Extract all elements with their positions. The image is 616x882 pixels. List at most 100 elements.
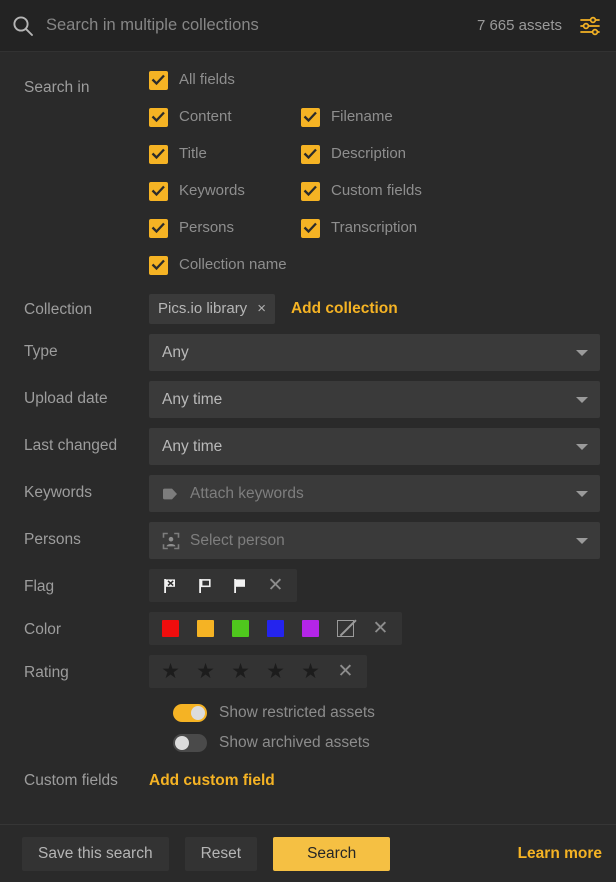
rating-star-button[interactable]: ★	[223, 655, 258, 688]
close-icon[interactable]: ×	[257, 301, 266, 316]
checkbox-checked-icon[interactable]	[301, 219, 320, 238]
last-changed-select[interactable]: Any time	[149, 428, 600, 465]
type-label: Type	[24, 334, 149, 362]
search-in-option-label: Custom fields	[331, 181, 422, 200]
footer-actions: Save this search Reset Search Learn more	[0, 824, 616, 882]
color-swatch[interactable]	[223, 612, 258, 645]
checkbox-checked-icon[interactable]	[149, 182, 168, 201]
add-collection-link[interactable]: Add collection	[291, 300, 398, 318]
flag-clear-button[interactable]: ✕	[258, 569, 293, 602]
checkbox-checked-icon[interactable]	[301, 108, 320, 127]
persons-row: Persons Select person	[24, 522, 600, 559]
star-icon: ★	[196, 661, 215, 682]
checkbox-checked-icon[interactable]	[301, 145, 320, 164]
search-button[interactable]: Search	[273, 837, 390, 871]
flag-unflagged-icon[interactable]	[188, 569, 223, 602]
checkbox-checked-icon[interactable]	[301, 182, 320, 201]
search-in-checkbox[interactable]: Title	[149, 144, 301, 164]
upload-date-row: Upload date Any time	[24, 381, 600, 418]
color-row: Color ✕	[24, 612, 600, 645]
toggle-row[interactable]: Show archived assets	[173, 734, 600, 752]
search-bar: 7 665 assets	[0, 0, 616, 52]
type-value: Any	[162, 344, 189, 362]
search-in-option-label: Content	[179, 107, 232, 126]
search-in-checkbox[interactable]: Content	[149, 107, 301, 127]
search-in-option-label: Transcription	[331, 218, 417, 237]
flag-flagged-icon[interactable]	[223, 569, 258, 602]
close-icon: ✕	[373, 619, 389, 638]
color-toolbar: ✕	[149, 612, 402, 645]
save-this-search-button[interactable]: Save this search	[22, 837, 169, 871]
toggle-label: Show archived assets	[219, 734, 370, 752]
checkbox-checked-icon[interactable]	[149, 256, 168, 275]
persons-select[interactable]: Select person	[149, 522, 600, 559]
custom-fields-label: Custom fields	[24, 772, 149, 791]
search-in-checkbox[interactable]: All fields	[149, 70, 600, 90]
color-none-button[interactable]	[328, 612, 363, 645]
search-in-row: Search in All fields Content Filename Title…	[24, 70, 600, 292]
search-input[interactable]	[46, 16, 477, 35]
checkbox-checked-icon[interactable]	[149, 145, 168, 164]
color-swatch[interactable]	[258, 612, 293, 645]
rating-star-button[interactable]: ★	[293, 655, 328, 688]
search-in-checkbox[interactable]: Description	[301, 144, 453, 164]
flag-label: Flag	[24, 569, 149, 597]
search-in-option-label: Title	[179, 144, 207, 163]
chevron-down-icon	[576, 397, 588, 403]
no-color-icon	[337, 620, 354, 637]
toggle-group: Show restricted assets Show archived asse…	[173, 704, 600, 752]
checkbox-checked-icon[interactable]	[149, 219, 168, 238]
close-icon: ✕	[338, 662, 354, 681]
rating-star-button[interactable]: ★	[153, 655, 188, 688]
color-swatch-fill	[162, 620, 179, 637]
search-in-checkbox[interactable]: Custom fields	[301, 181, 453, 201]
checkbox-checked-icon[interactable]	[149, 108, 168, 127]
search-in-checkbox[interactable]: Persons	[149, 218, 301, 238]
collection-chip-label: Pics.io library	[158, 300, 247, 317]
toggle-switch[interactable]	[173, 734, 207, 752]
rating-star-button[interactable]: ★	[258, 655, 293, 688]
toggle-switch[interactable]	[173, 704, 207, 722]
color-swatch[interactable]	[293, 612, 328, 645]
color-swatch-fill	[302, 620, 319, 637]
collection-chip[interactable]: Pics.io library ×	[149, 294, 275, 324]
search-in-option-label: Description	[331, 144, 406, 163]
flag-toolbar: ✕	[149, 569, 297, 602]
star-icon: ★	[266, 661, 285, 682]
custom-fields-row: Custom fields Add custom field	[24, 772, 600, 791]
rating-clear-button[interactable]: ✕	[328, 655, 363, 688]
last-changed-value: Any time	[162, 438, 222, 456]
search-in-checkbox[interactable]: Keywords	[149, 181, 301, 201]
add-custom-field-link[interactable]: Add custom field	[149, 772, 275, 790]
upload-date-value: Any time	[162, 391, 222, 409]
color-swatch-fill	[232, 620, 249, 637]
star-icon: ★	[301, 661, 320, 682]
filter-sliders-icon[interactable]	[578, 15, 602, 37]
type-row: Type Any	[24, 334, 600, 371]
color-swatch-fill	[267, 620, 284, 637]
rating-star-button[interactable]: ★	[188, 655, 223, 688]
learn-more-link[interactable]: Learn more	[518, 845, 602, 863]
search-in-label: Search in	[24, 70, 149, 98]
search-in-checkbox[interactable]: Collection name	[149, 255, 301, 275]
chevron-down-icon	[576, 444, 588, 450]
face-detect-icon	[162, 532, 180, 550]
upload-date-select[interactable]: Any time	[149, 381, 600, 418]
keywords-select[interactable]: Attach keywords	[149, 475, 600, 512]
flag-rejected-icon[interactable]	[153, 569, 188, 602]
type-select[interactable]: Any	[149, 334, 600, 371]
checkbox-checked-icon[interactable]	[149, 71, 168, 90]
color-clear-button[interactable]: ✕	[363, 612, 398, 645]
chevron-down-icon	[576, 350, 588, 356]
search-in-checkbox[interactable]: Transcription	[301, 218, 453, 238]
color-swatch[interactable]	[153, 612, 188, 645]
toggle-knob	[175, 736, 189, 750]
rating-row: Rating ★★★★★✕	[24, 655, 600, 688]
collection-label: Collection	[24, 292, 149, 320]
reset-button[interactable]: Reset	[185, 837, 258, 871]
search-in-checkbox[interactable]: Filename	[301, 107, 453, 127]
tag-icon	[162, 487, 180, 501]
flag-row: Flag	[24, 569, 600, 602]
color-swatch[interactable]	[188, 612, 223, 645]
toggle-row[interactable]: Show restricted assets	[173, 704, 600, 722]
